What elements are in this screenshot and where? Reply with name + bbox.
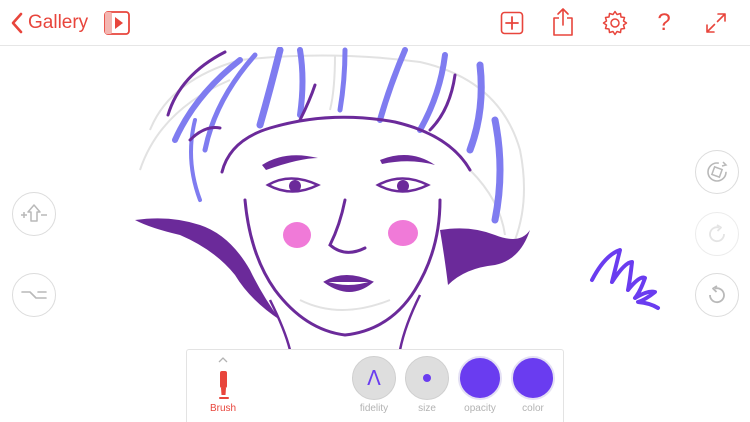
snap-icon — [21, 291, 47, 299]
mouth — [323, 275, 374, 292]
share-icon — [553, 8, 573, 36]
color-label: color — [522, 403, 544, 414]
play-icon — [104, 11, 130, 35]
chevron-left-icon — [11, 12, 23, 34]
snap-button[interactable] — [12, 273, 56, 317]
size-dot-icon — [423, 374, 431, 382]
redo-icon — [709, 224, 725, 243]
help-icon: ? — [657, 9, 671, 36]
fidelity-knob[interactable]: Λ — [352, 356, 396, 400]
nose — [328, 198, 367, 254]
gear-icon — [602, 10, 628, 36]
brows — [262, 155, 435, 170]
brush-sample-stroke — [590, 248, 660, 310]
redo-button[interactable] — [695, 212, 739, 256]
undo-icon — [709, 285, 725, 304]
undo-button[interactable] — [695, 273, 739, 317]
brush-tool-button[interactable]: Brush — [205, 356, 241, 418]
help-button[interactable]: ? — [650, 9, 678, 37]
symmetry-button[interactable] — [12, 192, 56, 236]
hair-shadow-left — [135, 218, 280, 320]
cheek-left — [283, 222, 311, 248]
plus-icon — [500, 11, 524, 35]
new-drawing-button[interactable] — [498, 9, 526, 37]
back-to-gallery-button[interactable]: Gallery — [10, 8, 88, 38]
expand-icon — [706, 13, 726, 33]
hair-strands — [172, 47, 504, 224]
size-label: size — [418, 403, 436, 414]
cheek-right — [388, 220, 418, 246]
back-label: Gallery — [28, 12, 89, 33]
rotate-canvas-button[interactable] — [695, 150, 739, 194]
settings-button[interactable] — [601, 9, 629, 37]
symmetry-icon — [21, 204, 47, 222]
brush-tool-label: Brush — [209, 403, 237, 414]
rotate-canvas-icon — [707, 161, 728, 182]
playback-button[interactable] — [103, 9, 131, 37]
opacity-label: opacity — [464, 403, 496, 414]
share-button[interactable] — [549, 5, 577, 39]
top-toolbar: Gallery ? — [0, 0, 750, 46]
fidelity-label: fidelity — [359, 403, 389, 414]
neck-lines — [268, 294, 422, 351]
size-knob[interactable] — [405, 356, 449, 400]
eyes — [265, 177, 431, 193]
brush-tool-panel: Brush Λ fidelity size opacity color — [186, 349, 564, 422]
color-knob[interactable] — [511, 356, 555, 400]
face-outline — [166, 50, 472, 337]
chevron-up-icon — [218, 357, 228, 363]
fullscreen-button[interactable] — [702, 9, 730, 37]
opacity-knob[interactable] — [458, 356, 502, 400]
fidelity-icon: Λ — [367, 366, 381, 390]
brush-icon — [219, 371, 229, 399]
